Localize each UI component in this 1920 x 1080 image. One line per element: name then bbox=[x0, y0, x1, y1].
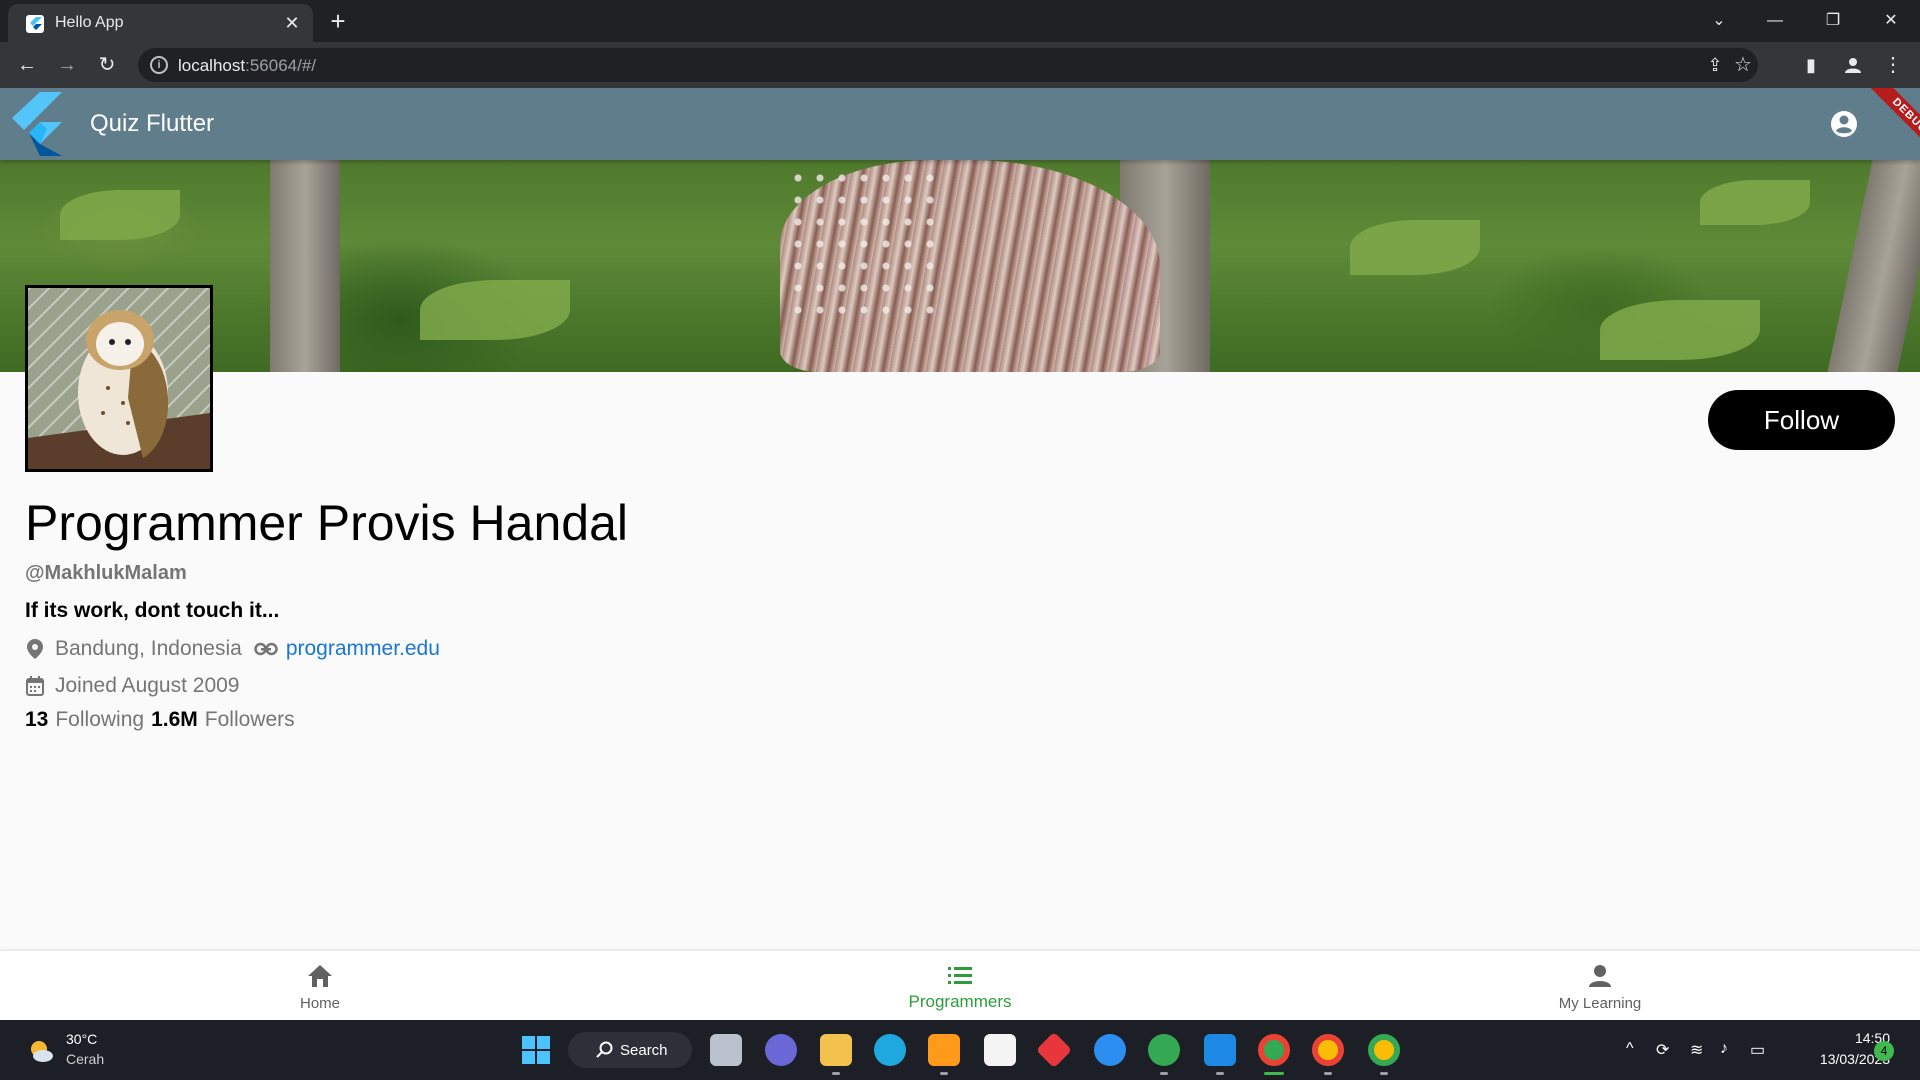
flutter-favicon-icon bbox=[26, 15, 44, 33]
browser-toolbar: ← → ↻ i localhost:56064/#/ ⇪ ☆ ▮ ⋮ bbox=[0, 42, 1920, 88]
show-hidden-icons-icon[interactable]: ^ bbox=[1626, 1040, 1634, 1058]
profile-handle: @MakhlukMalam bbox=[25, 562, 187, 584]
nav-label-programmers: Programmers bbox=[908, 992, 1012, 1011]
followers-label[interactable]: Followers bbox=[205, 708, 295, 732]
followers-count[interactable]: 1.6M bbox=[151, 708, 198, 732]
leaf-shape bbox=[60, 190, 180, 240]
close-tab-icon[interactable]: ✕ bbox=[280, 11, 304, 35]
debug-banner: DEBUG bbox=[1865, 88, 1920, 160]
wifi-icon[interactable]: ≋ bbox=[1690, 1040, 1703, 1060]
site-info-icon[interactable]: i bbox=[150, 56, 168, 74]
active-indicator bbox=[1264, 1072, 1284, 1075]
following-label[interactable]: Following bbox=[55, 708, 144, 732]
tree-trunk-shape bbox=[270, 160, 340, 372]
cover-banner-image bbox=[0, 160, 1920, 372]
task-view-icon[interactable] bbox=[710, 1034, 742, 1066]
running-indicator bbox=[1216, 1072, 1224, 1075]
volume-icon[interactable]: ♪ bbox=[1720, 1040, 1728, 1058]
restore-icon[interactable]: ❐ bbox=[1818, 6, 1848, 36]
flutter-logo-icon bbox=[12, 92, 62, 156]
share-icon[interactable]: ⇪ bbox=[1700, 50, 1730, 80]
running-indicator bbox=[1380, 1072, 1388, 1075]
running-indicator bbox=[940, 1072, 948, 1075]
search-label: Search bbox=[620, 1042, 668, 1059]
running-indicator bbox=[1160, 1072, 1168, 1075]
profile-name: Programmer Provis Handal bbox=[25, 495, 628, 551]
sublime-text-icon[interactable] bbox=[928, 1034, 960, 1066]
notification-badge[interactable]: 4 bbox=[1874, 1041, 1894, 1061]
menu-kebab-icon[interactable]: ⋮ bbox=[1878, 50, 1908, 80]
profile-joined: Joined August 2009 bbox=[55, 674, 240, 697]
new-tab-icon[interactable]: + bbox=[324, 8, 352, 36]
running-indicator bbox=[1324, 1072, 1332, 1075]
help-icon[interactable] bbox=[1094, 1034, 1126, 1066]
reload-icon[interactable]: ↻ bbox=[92, 50, 122, 80]
profile-bio: If its work, dont touch it... bbox=[25, 599, 280, 622]
taskbar-search[interactable]: Search bbox=[568, 1032, 692, 1068]
vscode-icon[interactable] bbox=[1204, 1034, 1236, 1066]
nav-item-home[interactable]: Home bbox=[220, 951, 420, 1021]
leaf-shape bbox=[1350, 220, 1480, 275]
file-explorer-icon[interactable] bbox=[820, 1034, 852, 1066]
battery-icon[interactable]: ▭ bbox=[1750, 1040, 1765, 1060]
tab-search-icon[interactable]: ⌄ bbox=[1704, 6, 1734, 36]
profile-location: Bandung, Indonesia bbox=[55, 637, 242, 660]
chrome-icon[interactable] bbox=[1368, 1034, 1400, 1066]
profile-icon[interactable] bbox=[1838, 50, 1868, 80]
home-icon bbox=[308, 965, 332, 987]
app-diamond-icon[interactable] bbox=[1035, 1031, 1073, 1069]
nav-label-home: Home bbox=[299, 995, 340, 1012]
microsoft-store-icon[interactable] bbox=[984, 1034, 1016, 1066]
location-pin-icon bbox=[27, 639, 43, 659]
address-bar[interactable]: i localhost:56064/#/ ⇪ ☆ bbox=[138, 48, 1758, 82]
edge-browser-icon[interactable] bbox=[874, 1034, 906, 1066]
joined-row: Joined August 2009 bbox=[25, 673, 240, 699]
app-title: Quiz Flutter bbox=[90, 110, 215, 137]
follow-stats-row: 13 Following 1.6M Followers bbox=[25, 707, 295, 733]
url-text[interactable]: localhost:56064/#/ bbox=[178, 56, 316, 76]
sync-icon[interactable]: ⟳ bbox=[1656, 1040, 1669, 1060]
calendar-icon bbox=[26, 676, 44, 696]
tab-title: Hello App bbox=[55, 14, 124, 31]
browser-tab[interactable]: Hello App ✕ bbox=[8, 4, 313, 42]
profile-website-link[interactable]: programmer.edu bbox=[286, 637, 440, 661]
link-icon bbox=[254, 642, 278, 656]
windows-start-icon[interactable] bbox=[520, 1034, 552, 1066]
avatar bbox=[25, 285, 213, 472]
browser-tab-strip: Hello App ✕ + ⌄ — ❐ ✕ bbox=[0, 0, 1920, 42]
following-count[interactable]: 13 bbox=[25, 708, 48, 732]
app-bar: Quiz Flutter DEBUG bbox=[0, 88, 1920, 160]
bookmark-star-icon[interactable]: ☆ bbox=[1728, 50, 1758, 80]
forward-icon[interactable]: → bbox=[52, 50, 82, 80]
tree-trunk-shape bbox=[1827, 160, 1920, 372]
list-icon bbox=[948, 967, 972, 984]
follow-button[interactable]: Follow bbox=[1708, 390, 1895, 450]
owl-spots-shape bbox=[790, 170, 940, 320]
leaf-shape bbox=[420, 280, 570, 340]
nav-item-programmers[interactable]: Programmers bbox=[860, 951, 1060, 1021]
bottom-navigation-bar: Home Programmers My Learning bbox=[0, 950, 1920, 1020]
running-indicator bbox=[832, 1072, 840, 1075]
back-icon[interactable]: ← bbox=[12, 50, 42, 80]
search-icon bbox=[596, 1041, 613, 1058]
weather-description[interactable]: Cerah bbox=[66, 1051, 104, 1067]
chrome-profile-icon[interactable] bbox=[1148, 1034, 1180, 1066]
minimize-icon[interactable]: — bbox=[1760, 6, 1790, 36]
leaf-shape bbox=[1700, 180, 1810, 225]
weather-partly-cloudy-icon[interactable] bbox=[28, 1038, 54, 1064]
chrome-icon[interactable] bbox=[1312, 1034, 1344, 1066]
nav-label-my-learning: My Learning bbox=[1558, 995, 1642, 1012]
chrome-icon[interactable] bbox=[1258, 1034, 1290, 1066]
weather-temperature[interactable]: 30°C bbox=[66, 1031, 97, 1047]
location-website-row: Bandung, Indonesia programmer.edu bbox=[25, 636, 440, 662]
teams-chat-icon[interactable] bbox=[765, 1034, 797, 1066]
leaf-shape bbox=[1600, 300, 1760, 360]
windows-taskbar: 30°C Cerah Search ^ ⟳ ≋ ♪ ▭ 14:50 13/03/… bbox=[0, 1020, 1920, 1080]
nav-item-my-learning[interactable]: My Learning bbox=[1500, 951, 1700, 1021]
side-panel-icon[interactable]: ▮ bbox=[1796, 50, 1826, 80]
person-icon bbox=[1589, 965, 1611, 987]
close-window-icon[interactable]: ✕ bbox=[1876, 6, 1906, 36]
account-circle-icon[interactable] bbox=[1830, 110, 1858, 138]
